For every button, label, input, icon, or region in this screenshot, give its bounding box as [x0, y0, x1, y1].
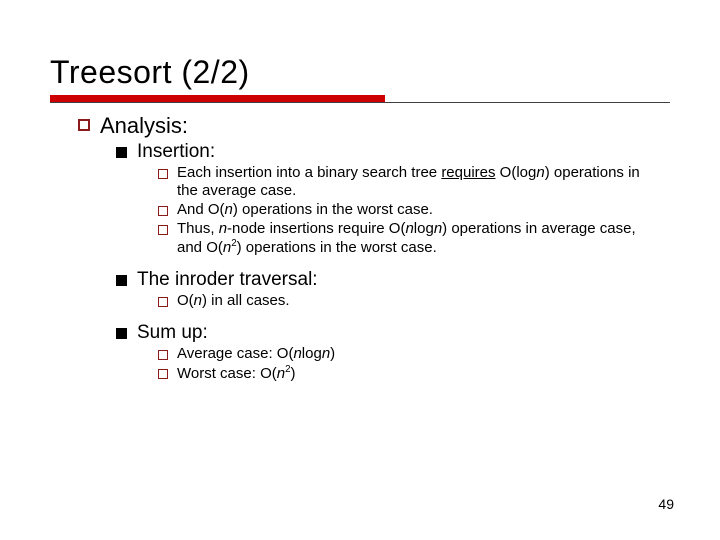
square-solid-bullet-icon [116, 328, 127, 339]
square-open-bullet-icon [158, 206, 168, 216]
insertion-label: Insertion: [137, 141, 215, 163]
insertion-point-2: And O(n) operations in the worst case. [158, 201, 670, 219]
square-open-bullet-icon [158, 297, 168, 307]
page-number: 49 [658, 496, 674, 512]
insertion-point-3-text: Thus, n-node insertions require O(nlogn)… [177, 220, 650, 257]
square-solid-bullet-icon [116, 147, 127, 158]
title-rule-thin [50, 102, 670, 103]
traversal-point-1: O(n) in all cases. [158, 292, 670, 310]
insertion-point-1-text: Each insertion into a binary search tree… [177, 164, 650, 200]
analysis-label: Analysis: [100, 113, 188, 139]
sumup-worst: Worst case: O(n2) [158, 364, 670, 383]
insertion-point-2-text: And O(n) operations in the worst case. [177, 201, 433, 219]
square-open-bullet-icon [78, 119, 90, 131]
sumup-average-text: Average case: O(nlogn) [177, 345, 335, 363]
sumup-label: Sum up: [137, 322, 208, 344]
square-open-bullet-icon [158, 225, 168, 235]
sumup-average: Average case: O(nlogn) [158, 345, 670, 363]
insertion-point-3: Thus, n-node insertions require O(nlogn)… [158, 220, 670, 257]
insertion-point-1: Each insertion into a binary search tree… [158, 164, 670, 200]
insertion-heading: Insertion: [116, 141, 670, 163]
sumup-worst-text: Worst case: O(n2) [177, 364, 296, 383]
sumup-heading: Sum up: [116, 322, 670, 344]
analysis-heading: Analysis: [78, 113, 670, 139]
traversal-heading: The inroder traversal: [116, 269, 670, 291]
traversal-label: The inroder traversal: [137, 269, 318, 291]
traversal-point-1-text: O(n) in all cases. [177, 292, 290, 310]
title-rule-red [50, 95, 385, 102]
square-open-bullet-icon [158, 350, 168, 360]
square-solid-bullet-icon [116, 275, 127, 286]
square-open-bullet-icon [158, 369, 168, 379]
square-open-bullet-icon [158, 169, 168, 179]
slide: Treesort (2/2) Analysis: Insertion: Each… [0, 0, 720, 540]
slide-title: Treesort (2/2) [50, 54, 670, 91]
